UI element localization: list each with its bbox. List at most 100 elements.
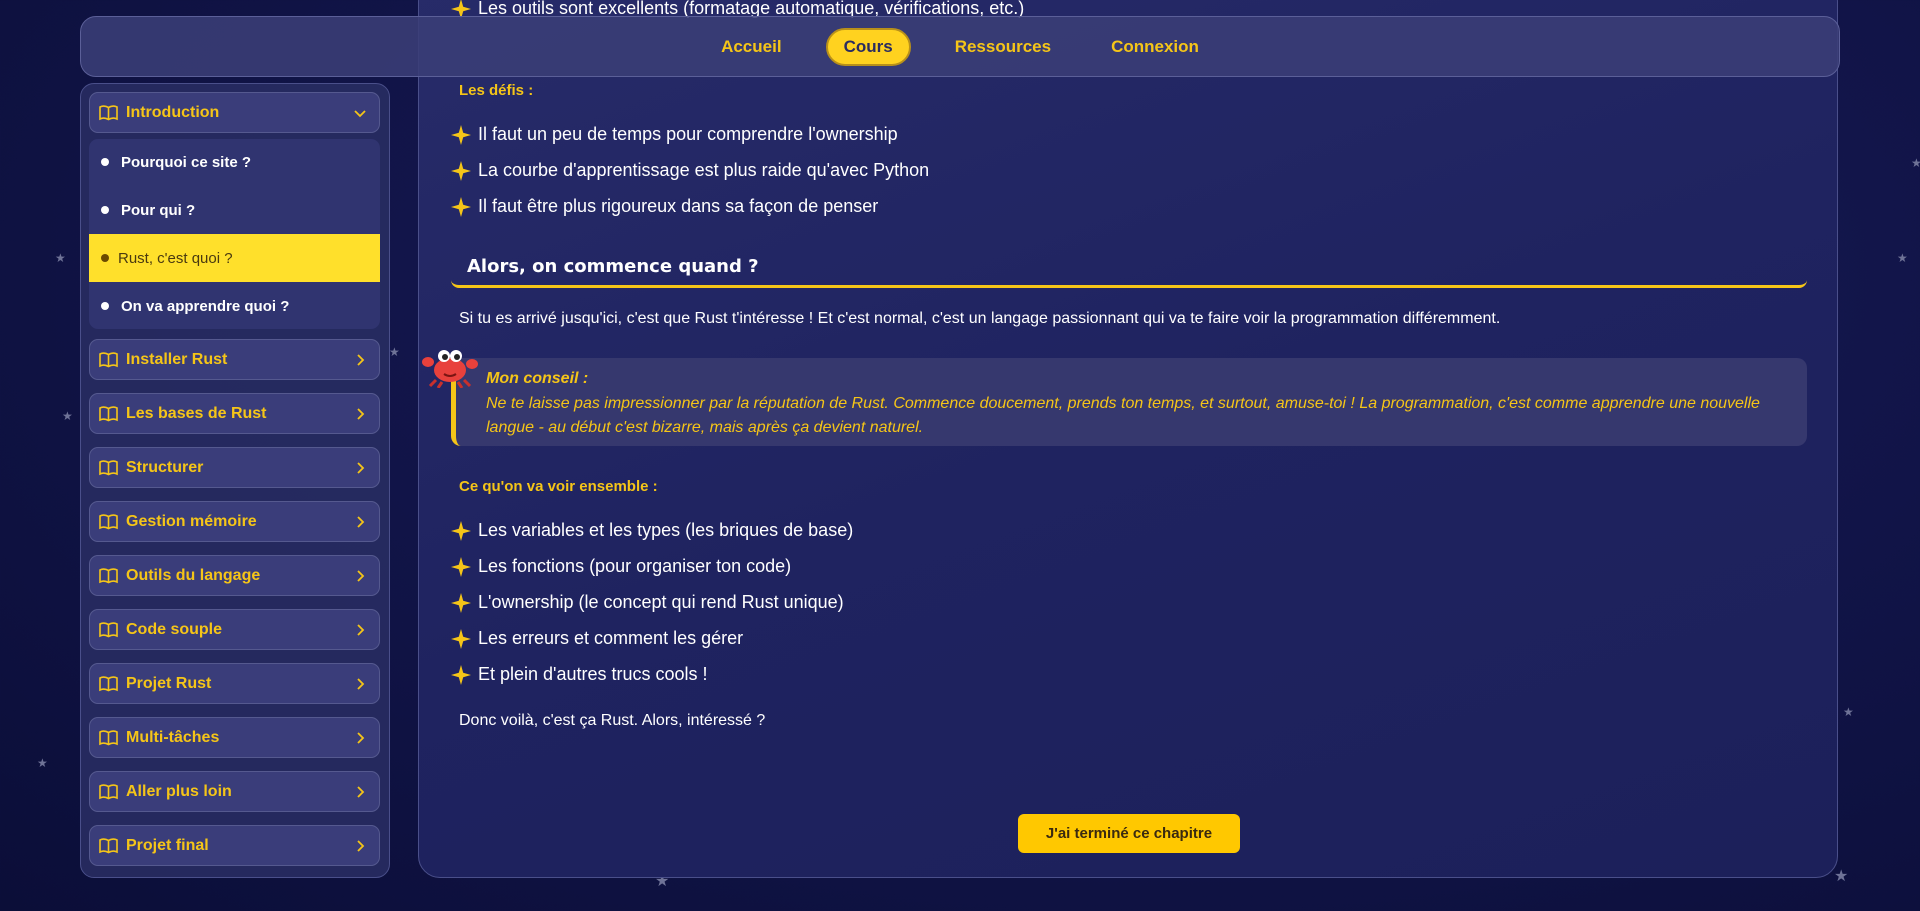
sidebar-section-label: Multi-tâches bbox=[126, 728, 220, 746]
sidebar-section-label: Projet Rust bbox=[126, 674, 212, 692]
list-item: Et plein d'autres trucs cools ! bbox=[451, 664, 708, 685]
star-icon: ★ bbox=[389, 345, 400, 359]
list-item: Les variables et les types (les briques … bbox=[451, 520, 853, 541]
list-item-text: Les erreurs et comment les gérer bbox=[478, 628, 744, 648]
nav-link-connexion[interactable]: Connexion bbox=[1095, 29, 1215, 65]
sidebar-section-label: Installer Rust bbox=[126, 350, 228, 368]
nav-links: Accueil Cours Ressources Connexion bbox=[81, 17, 1839, 76]
sparkle-icon bbox=[451, 520, 471, 541]
bullet-icon bbox=[101, 158, 109, 166]
bullet-icon bbox=[101, 254, 109, 262]
chevron-right-icon bbox=[357, 354, 365, 366]
sidebar-section-installer-rust[interactable]: Installer Rust bbox=[89, 339, 380, 380]
crab-mascot-icon bbox=[422, 350, 478, 388]
chevron-down-icon bbox=[354, 110, 366, 118]
star-icon: ★ bbox=[37, 756, 48, 770]
sidebar-item-apprendre-quoi[interactable]: On va apprendre quoi ? bbox=[89, 282, 380, 330]
chevron-right-icon bbox=[357, 786, 365, 798]
chevron-right-icon bbox=[357, 678, 365, 690]
sidebar-section-aller-plus-loin[interactable]: Aller plus loin bbox=[89, 771, 380, 812]
chapter-done-button[interactable]: J'ai terminé ce chapitre bbox=[1018, 814, 1240, 853]
star-icon: ★ bbox=[1911, 156, 1920, 170]
nav-link-accueil[interactable]: Accueil bbox=[705, 29, 797, 65]
tip-box: Mon conseil : Ne te laisse pas impressio… bbox=[451, 358, 1807, 446]
list-item-text: La courbe d'apprentissage est plus raide… bbox=[478, 160, 930, 180]
list-item: Il faut être plus rigoureux dans sa faço… bbox=[451, 196, 878, 217]
book-icon bbox=[99, 838, 118, 854]
list-item-text: Les variables et les types (les briques … bbox=[478, 520, 854, 540]
sidebar-item-label: Pour qui ? bbox=[121, 201, 196, 219]
sidebar-section-gestion-memoire[interactable]: Gestion mémoire bbox=[89, 501, 380, 542]
list-item: La courbe d'apprentissage est plus raide… bbox=[451, 160, 929, 181]
chevron-right-icon bbox=[357, 408, 365, 420]
intro-paragraph: Si tu es arrivé jusqu'ici, c'est que Rus… bbox=[459, 310, 1501, 327]
star-icon: ★ bbox=[1834, 866, 1849, 885]
list-item: Les erreurs et comment les gérer bbox=[451, 628, 743, 649]
book-icon bbox=[99, 105, 118, 121]
sidebar-section-projet-rust[interactable]: Projet Rust bbox=[89, 663, 380, 704]
tip-title: Mon conseil : bbox=[486, 370, 589, 387]
book-icon bbox=[99, 460, 118, 476]
bullet-icon bbox=[101, 302, 109, 310]
sidebar-section-label: Structurer bbox=[126, 458, 204, 476]
section-heading: Alors, on commence quand ? bbox=[451, 246, 1807, 288]
chevron-right-icon bbox=[357, 462, 365, 474]
sparkle-icon bbox=[451, 556, 471, 577]
list-item: L'ownership (le concept qui rend Rust un… bbox=[451, 592, 844, 613]
nav-link-cours[interactable]: Cours bbox=[825, 27, 911, 66]
sparkle-icon bbox=[451, 664, 471, 685]
list-item-text: Les fonctions (pour organiser ton code) bbox=[478, 556, 792, 576]
sidebar-section-outils[interactable]: Outils du langage bbox=[89, 555, 380, 596]
list-item: Il faut un peu de temps pour comprendre … bbox=[451, 124, 898, 145]
list-item-text: Il faut un peu de temps pour comprendre … bbox=[478, 124, 898, 144]
sidebar-section-label: Projet final bbox=[126, 836, 209, 854]
sidebar-item-rust-cest-quoi[interactable]: Rust, c'est quoi ? bbox=[89, 234, 380, 282]
sparkle-icon bbox=[451, 124, 471, 145]
sidebar-item-pour-qui[interactable]: Pour qui ? bbox=[89, 186, 380, 234]
book-icon bbox=[99, 514, 118, 530]
sparkle-icon bbox=[451, 160, 471, 181]
chevron-right-icon bbox=[357, 570, 365, 582]
chevron-right-icon bbox=[357, 732, 365, 744]
book-icon bbox=[99, 406, 118, 422]
sidebar-item-label: On va apprendre quoi ? bbox=[121, 297, 290, 315]
sidebar-section-bases[interactable]: Les bases de Rust bbox=[89, 393, 380, 434]
sidebar-item-label: Rust, c'est quoi ? bbox=[118, 249, 233, 267]
chevron-right-icon bbox=[357, 840, 365, 852]
sidebar-section-label: Gestion mémoire bbox=[126, 512, 257, 530]
star-icon: ★ bbox=[1843, 705, 1854, 719]
sparkle-icon bbox=[451, 592, 471, 613]
book-icon bbox=[99, 784, 118, 800]
defis-heading: Les défis : bbox=[459, 82, 534, 99]
sidebar-section-projet-final[interactable]: Projet final bbox=[89, 825, 380, 866]
sidebar-section-label: Les bases de Rust bbox=[126, 404, 267, 422]
sidebar-section-label: Code souple bbox=[126, 620, 223, 638]
sidebar-item-label: Pourquoi ce site ? bbox=[121, 153, 252, 171]
book-icon bbox=[99, 352, 118, 368]
sidebar-section-label: Outils du langage bbox=[126, 566, 261, 584]
chevron-right-icon bbox=[357, 516, 365, 528]
sidebar-section-code-souple[interactable]: Code souple bbox=[89, 609, 380, 650]
nav-link-ressources[interactable]: Ressources bbox=[939, 29, 1067, 65]
star-icon: ★ bbox=[62, 409, 73, 423]
sidebar-section-label: Aller plus loin bbox=[126, 782, 232, 800]
book-icon bbox=[99, 568, 118, 584]
chevron-right-icon bbox=[357, 624, 365, 636]
sidebar-section-introduction[interactable]: Introduction bbox=[89, 92, 380, 133]
sidebar-section-structurer[interactable]: Structurer bbox=[89, 447, 380, 488]
sidebar-section-label: Introduction bbox=[126, 103, 220, 121]
list-item-text: L'ownership (le concept qui rend Rust un… bbox=[478, 592, 844, 612]
list-item: Les fonctions (pour organiser ton code) bbox=[451, 556, 791, 577]
sidebar-item-pourquoi[interactable]: Pourquoi ce site ? bbox=[89, 138, 380, 186]
star-icon: ★ bbox=[55, 251, 66, 265]
voir-heading: Ce qu'on va voir ensemble : bbox=[459, 478, 658, 495]
closing-paragraph: Donc voilà, c'est ça Rust. Alors, intére… bbox=[459, 712, 766, 729]
sparkle-icon bbox=[451, 628, 471, 649]
top-navbar: Accueil Cours Ressources Connexion bbox=[80, 16, 1840, 77]
star-icon: ★ bbox=[1897, 251, 1908, 265]
sidebar-section-multi-taches[interactable]: Multi-tâches bbox=[89, 717, 380, 758]
list-item-text: Et plein d'autres trucs cools ! bbox=[478, 664, 708, 684]
section-heading-text: Alors, on commence quand ? bbox=[467, 256, 759, 277]
sparkle-icon bbox=[451, 196, 471, 217]
tip-text: Ne te laisse pas impressionner par la ré… bbox=[486, 395, 1760, 436]
